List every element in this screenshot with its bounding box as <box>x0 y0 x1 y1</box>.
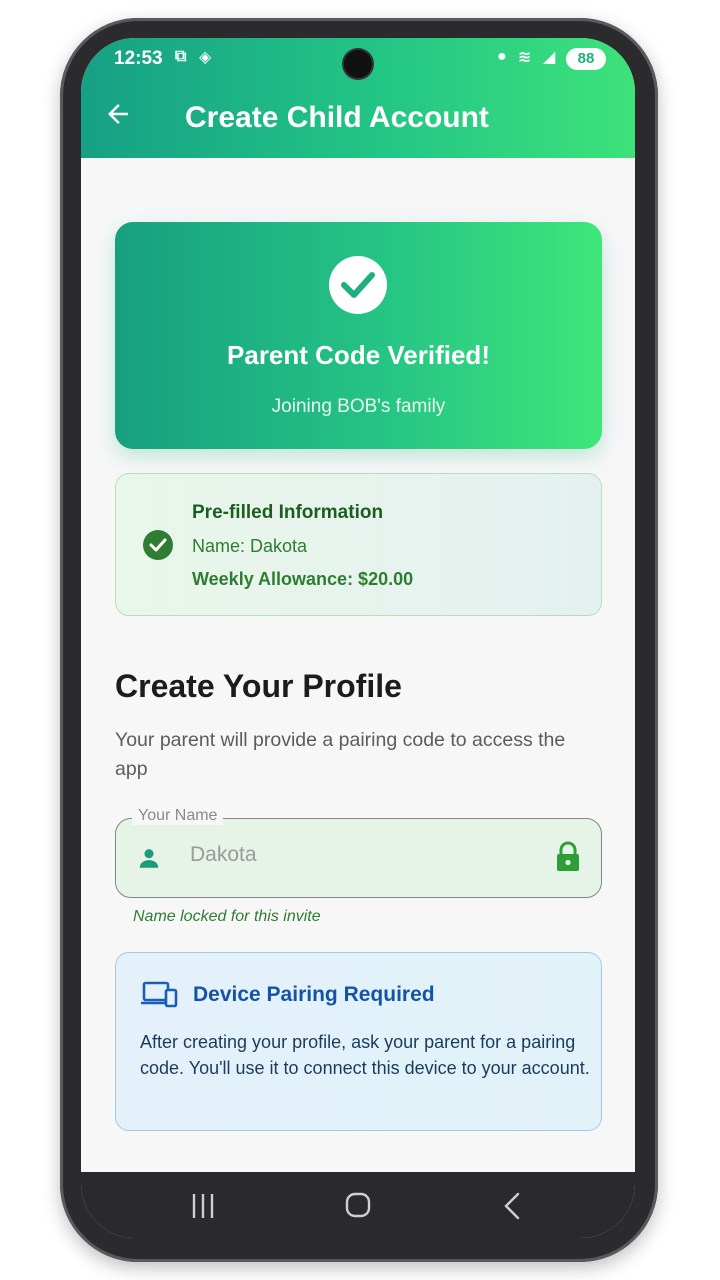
front-camera <box>344 50 372 78</box>
phone-screen: 12:53 ⧉ ◈ ● ≋ ◢ 88 Create Child Account … <box>81 38 635 1238</box>
section-description: Your parent will provide a pairing code … <box>115 729 566 780</box>
name-field-value: Dakota <box>190 843 257 866</box>
back-nav-icon[interactable] <box>494 1188 534 1224</box>
arrow-left-icon[interactable] <box>103 98 143 138</box>
app-header: 12:53 ⧉ ◈ ● ≋ ◢ 88 Create Child Account <box>81 38 635 158</box>
screenshot-icon: ⧉ <box>175 48 187 65</box>
location-icon: ● <box>497 48 507 65</box>
prefill-card: Pre-filled Information Name: Dakota Week… <box>115 473 602 616</box>
verified-subtitle: Joining BOB's family <box>271 396 446 417</box>
check-circle-icon <box>329 256 387 314</box>
prefill-allowance: Weekly Allowance: $20.00 <box>192 569 414 589</box>
check-circle-icon <box>143 530 173 560</box>
signal-icon: ◢ <box>543 49 556 66</box>
name-field-helper: Name locked for this invite <box>133 908 321 925</box>
home-icon[interactable] <box>338 1188 378 1224</box>
pairing-card: Device Pairing Required After creating y… <box>115 952 602 1131</box>
prefill-name: Name: Dakota <box>192 536 308 556</box>
name-field[interactable]: Your Name Dakota <box>115 807 602 898</box>
person-icon <box>136 845 162 876</box>
lock-icon <box>555 841 581 878</box>
system-nav-bar <box>81 1172 635 1238</box>
verified-title: Parent Code Verified! <box>227 340 490 370</box>
vpn-icon: ◈ <box>199 49 212 66</box>
section-heading: Create Your Profile <box>115 668 402 704</box>
page-title: Create Child Account <box>185 101 489 134</box>
verified-card: Parent Code Verified! Joining BOB's fami… <box>115 222 602 449</box>
pairing-title: Device Pairing Required <box>193 983 435 1006</box>
status-time: 12:53 <box>114 48 163 69</box>
battery-indicator: 88 <box>566 48 606 70</box>
name-field-label: Your Name <box>132 807 224 825</box>
pairing-body: After creating your profile, ask your pa… <box>140 1032 590 1078</box>
devices-icon <box>140 981 178 1014</box>
recents-icon[interactable] <box>183 1188 223 1224</box>
wifi-icon: ≋ <box>518 49 532 66</box>
prefill-title: Pre-filled Information <box>192 502 384 523</box>
